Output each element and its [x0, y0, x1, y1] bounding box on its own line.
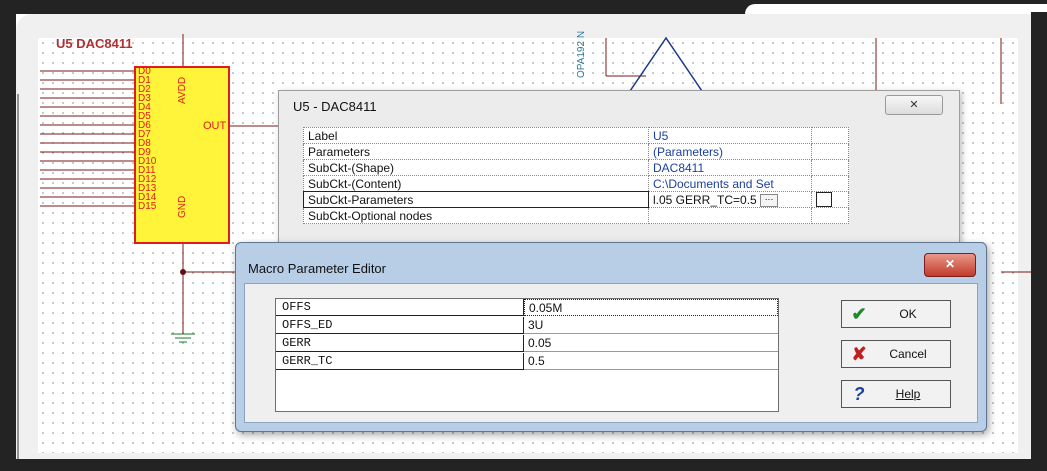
component-reference: U5 DAC8411	[56, 36, 133, 51]
component-properties-dialog: U5 - DAC8411 ✕ Label U5 Parameters (Para…	[278, 90, 960, 262]
bottom-frame	[0, 459, 1047, 471]
macro-parameter-editor-dialog: Macro Parameter Editor ✕ OFFS 0.05M OFFS…	[235, 242, 987, 432]
table-row[interactable]: Parameters (Parameters)	[303, 143, 849, 160]
property-name: Parameters	[303, 143, 649, 160]
table-row[interactable]: OFFS_ED 3U	[276, 317, 778, 335]
dialog-title: Macro Parameter Editor	[248, 261, 386, 276]
table-row[interactable]: Label U5	[303, 127, 849, 144]
right-frame	[1031, 12, 1047, 471]
help-button[interactable]: ? Help	[841, 380, 951, 408]
ok-button[interactable]: ✔ OK	[841, 300, 951, 328]
property-name: Label	[303, 127, 649, 144]
table-row[interactable]: SubCkt-Parameters l.05 GERR_TC=0.5 ···	[303, 190, 849, 209]
property-extra	[811, 207, 849, 225]
help-button-label: Help	[895, 387, 921, 401]
opamp-label: OPA192 N	[576, 30, 587, 78]
property-extra	[811, 143, 849, 160]
checkmark-icon: ✔	[851, 303, 867, 324]
pin-label-out: OUT	[203, 120, 227, 132]
parameter-name: OFFS	[276, 299, 524, 316]
close-icon: ✕	[944, 257, 956, 271]
table-row[interactable]: GERR 0.05	[276, 335, 778, 353]
table-row[interactable]: OFFS 0.05M	[276, 299, 778, 317]
table-row[interactable]: SubCkt-(Content) C:\Documents and Set	[303, 175, 849, 192]
close-icon: ✕	[909, 99, 919, 111]
close-button[interactable]: ✕	[885, 95, 943, 115]
property-name: SubCkt-Optional nodes	[303, 207, 649, 225]
help-icon: ?	[853, 383, 865, 404]
parameter-value[interactable]: 0.05M	[524, 299, 778, 316]
property-value[interactable]: (Parameters)	[648, 143, 812, 160]
table-row[interactable]: SubCkt-(Shape) DAC8411	[303, 159, 849, 176]
browse-button[interactable]: ···	[760, 193, 779, 207]
property-extra	[811, 127, 849, 144]
cancel-button-label: Cancel	[889, 347, 927, 361]
property-name: SubCkt-(Content)	[303, 175, 649, 192]
property-value[interactable]: U5	[648, 127, 812, 144]
property-value-cell[interactable]: l.05 GERR_TC=0.5 ···	[648, 190, 812, 209]
parameter-table: OFFS 0.05M OFFS_ED 3U GERR 0.05 GERR_TC …	[275, 298, 779, 412]
pin-label-gnd: GND	[177, 195, 188, 218]
parameter-name: OFFS_ED	[276, 317, 524, 334]
parameter-value[interactable]: 0.05	[524, 335, 778, 352]
parameter-name: GERR_TC	[276, 353, 524, 370]
property-extra	[811, 175, 849, 192]
properties-table: Label U5 Parameters (Parameters) SubCkt-…	[303, 127, 849, 225]
property-value[interactable]: C:\Documents and Set	[648, 175, 812, 192]
dialog-title: U5 - DAC8411	[293, 99, 377, 114]
cross-icon: ✘	[851, 343, 867, 364]
property-value[interactable]: l.05 GERR_TC=0.5	[653, 193, 757, 207]
property-name: SubCkt-Parameters	[303, 190, 649, 209]
dialog-body: OFFS 0.05M OFFS_ED 3U GERR 0.05 GERR_TC …	[244, 283, 978, 423]
property-extra	[811, 159, 849, 176]
ok-button-label: OK	[899, 307, 917, 321]
pin-label-avdd: AVDD	[177, 76, 188, 104]
left-frame	[0, 0, 16, 471]
property-value[interactable]	[648, 207, 812, 225]
table-row[interactable]: SubCkt-Optional nodes	[303, 207, 849, 225]
table-row[interactable]: GERR_TC 0.5	[276, 353, 778, 371]
visibility-checkbox[interactable]	[816, 192, 832, 207]
cancel-button[interactable]: ✘ Cancel	[841, 340, 951, 368]
property-extra	[811, 190, 849, 209]
parameter-value[interactable]: 0.5	[524, 353, 778, 370]
parameter-value[interactable]: 3U	[524, 317, 778, 334]
property-value[interactable]: DAC8411	[648, 159, 812, 176]
parameter-name: GERR	[276, 335, 524, 352]
close-button[interactable]: ✕	[924, 253, 976, 277]
property-name: SubCkt-(Shape)	[303, 159, 649, 176]
pin-label: D15	[138, 201, 157, 212]
